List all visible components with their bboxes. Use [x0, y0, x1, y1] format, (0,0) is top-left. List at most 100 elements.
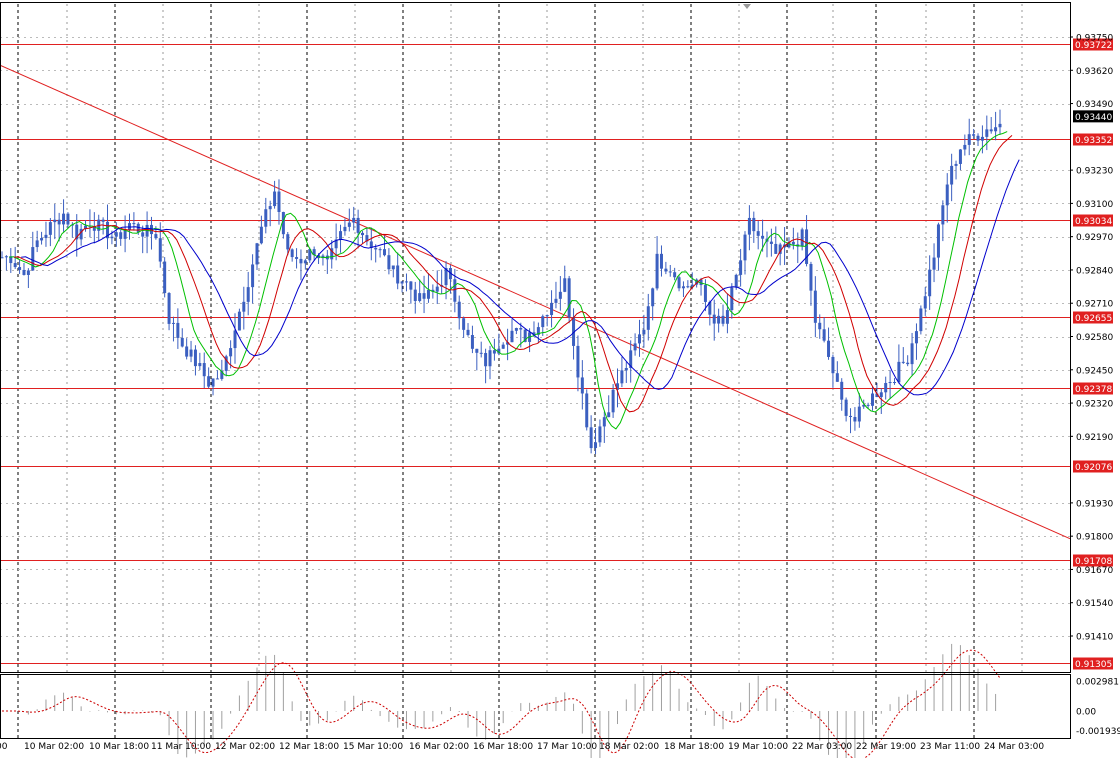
- time-tick-label: 12 Mar 02:00: [215, 742, 275, 752]
- price-bar-body: [519, 328, 523, 330]
- level-label: 0.91305: [1075, 660, 1112, 670]
- price-bar-body: [545, 315, 549, 317]
- price-bar-body: [435, 286, 439, 292]
- price-bar-body: [976, 135, 980, 141]
- price-bar-body: [972, 134, 976, 136]
- price-bar-body: [347, 222, 351, 227]
- price-bar-body: [4, 256, 8, 258]
- price-bar-body: [567, 278, 571, 318]
- price-chart: 0.937220.933520.930340.926550.923780.920…: [0, 2, 1120, 758]
- level-label: 0.92655: [1075, 314, 1112, 324]
- price-bar-body: [664, 268, 668, 272]
- price-bar-body: [101, 219, 105, 222]
- price-tick-label: 0.92450: [1076, 366, 1113, 376]
- price-bar-body: [176, 322, 180, 338]
- price-bar-body: [53, 219, 57, 223]
- price-bar-body: [677, 277, 681, 289]
- price-bar-body: [501, 344, 505, 349]
- price-bar-body: [827, 340, 831, 357]
- price-bar-body: [246, 287, 250, 302]
- price-bar-body: [488, 350, 492, 367]
- price-tick-label: 0.93100: [1076, 200, 1113, 210]
- price-bar-body: [475, 348, 479, 353]
- price-bar-body: [906, 362, 910, 365]
- price-tick-label: 0.92710: [1076, 300, 1113, 310]
- price-bar-body: [607, 412, 611, 418]
- time-tick-label: 10 Mar 02:00: [24, 742, 84, 752]
- price-bar-body: [809, 263, 813, 291]
- price-bar-body: [180, 337, 184, 347]
- price-bar-body: [594, 442, 598, 449]
- price-bar-body: [207, 376, 211, 387]
- price-bar-body: [484, 353, 488, 367]
- price-tick-label: 0.92320: [1076, 400, 1113, 410]
- time-tick-label: 22 Mar 19:00: [856, 742, 916, 752]
- price-bar-body: [202, 363, 206, 377]
- price-bar-body: [967, 134, 971, 145]
- price-bar-body: [48, 222, 52, 235]
- price-bar-body: [264, 209, 268, 227]
- time-tick-label: 16 Mar 02:00: [409, 742, 469, 752]
- price-bar-body: [277, 191, 281, 212]
- price-bar-body: [563, 278, 567, 292]
- price-bar-body: [888, 382, 892, 384]
- price-bar-body: [259, 226, 263, 244]
- time-tick-label: 24 Mar 03:00: [984, 742, 1044, 752]
- price-bar-body: [158, 238, 162, 262]
- price-bar-body: [897, 361, 901, 383]
- moving-averages: [9, 131, 1020, 430]
- price-bar-body: [835, 373, 839, 382]
- price-bar-body: [866, 404, 870, 406]
- price-bar-body: [980, 136, 984, 141]
- price-bar-body: [290, 249, 294, 258]
- price-bar-body: [853, 417, 857, 422]
- indicator-tick-label: 0.002981: [1076, 678, 1119, 688]
- price-bar-body: [840, 381, 844, 400]
- price-bar-body: [914, 331, 918, 344]
- price-tick-label: 0.93490: [1076, 100, 1113, 110]
- price-bar-body: [13, 263, 17, 268]
- price-bar-body: [400, 281, 404, 284]
- price-bar-body: [963, 144, 967, 150]
- price-bar-body: [233, 330, 237, 349]
- price-bar-body: [22, 269, 26, 275]
- price-bar-body: [743, 234, 747, 261]
- price-bar-body: [132, 223, 136, 225]
- price-bar-body: [40, 238, 44, 241]
- price-bar-body: [211, 378, 215, 387]
- price-bar-body: [849, 415, 853, 418]
- level-label: 0.93352: [1075, 136, 1112, 146]
- indicator-tick-label: 0.00: [1076, 708, 1096, 718]
- price-bar-body: [681, 286, 685, 289]
- price-bar-body: [413, 289, 417, 301]
- price-tick-label: 0.91930: [1076, 499, 1113, 509]
- price-bar-body: [884, 383, 888, 393]
- price-bar-body: [580, 377, 584, 394]
- time-tick-label: 10 Mar 18:00: [89, 742, 149, 752]
- price-bar-body: [923, 296, 927, 309]
- price-bar-body: [268, 206, 272, 210]
- price-bar-body: [193, 349, 197, 367]
- time-tick-label: 22 Mar 03:00: [792, 742, 852, 752]
- price-bar-body: [18, 267, 22, 270]
- price-tick-label: 0.92970: [1076, 233, 1113, 243]
- price-bar-body: [936, 224, 940, 258]
- price-bar-body: [620, 370, 624, 384]
- price-bar-body: [114, 232, 118, 237]
- price-tick-label: 0.93620: [1076, 67, 1113, 77]
- price-bar-body: [514, 328, 518, 331]
- price-bar-body: [215, 378, 219, 380]
- price-bar-body: [558, 291, 562, 299]
- price-tick-label: 0.92840: [1076, 266, 1113, 276]
- price-bar-body: [752, 217, 756, 232]
- price-bar-body: [892, 382, 896, 384]
- price-bar-body: [361, 232, 365, 236]
- price-bar-body: [910, 343, 914, 365]
- price-bar-body: [141, 232, 145, 237]
- time-tick-label: 00: [0, 742, 8, 752]
- price-bar-body: [721, 315, 725, 324]
- price-bar-body: [958, 149, 962, 164]
- price-bar-body: [409, 281, 413, 290]
- price-bar-body: [387, 255, 391, 270]
- price-bar-body: [273, 191, 277, 207]
